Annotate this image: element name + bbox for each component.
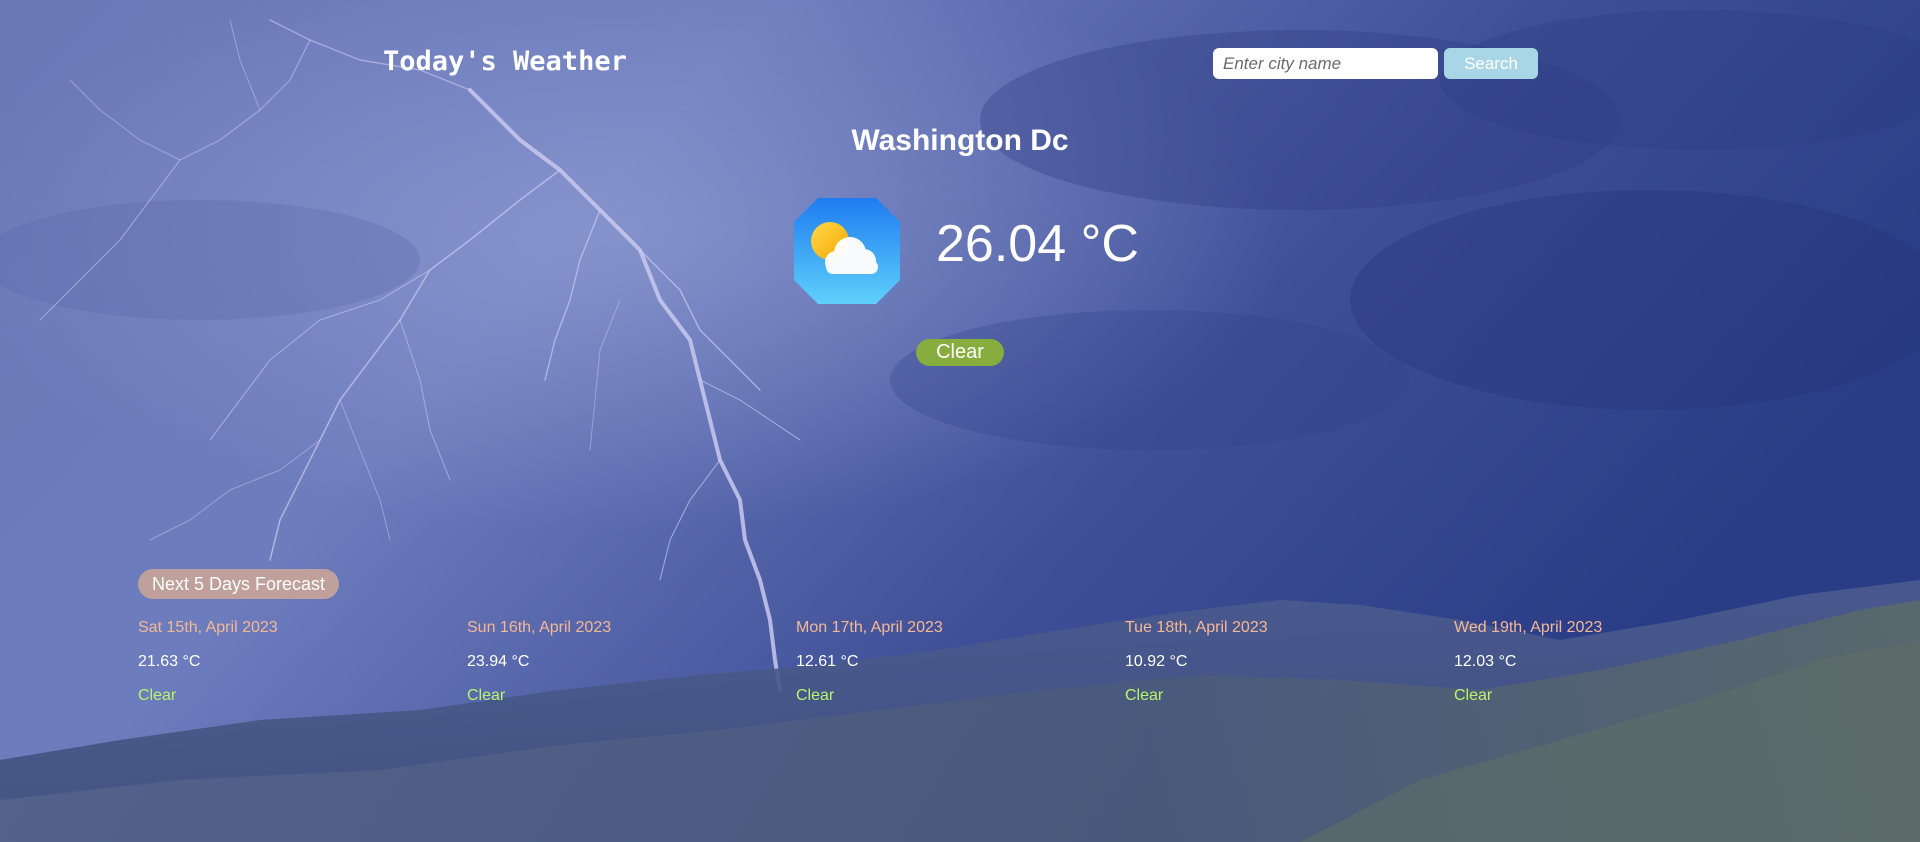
forecast-temperature: 12.61 °C — [796, 653, 859, 670]
forecast-temperature: 23.94 °C — [467, 653, 530, 670]
search-input[interactable] — [1213, 48, 1438, 79]
forecast-condition: Clear — [467, 687, 506, 704]
forecast-date: Wed 19th, April 2023 — [1454, 619, 1603, 636]
forecast-condition: Clear — [1454, 687, 1493, 704]
forecast-day: Mon 17th, April 2023 12.61 °C Clear — [796, 618, 1125, 706]
forecast-date: Mon 17th, April 2023 — [796, 619, 943, 636]
search-bar: Search — [1213, 48, 1538, 79]
forecast-temperature: 10.92 °C — [1125, 653, 1188, 670]
partly-cloudy-icon — [794, 198, 900, 304]
forecast-list: Sat 15th, April 2023 21.63 °C Clear Sun … — [138, 618, 1788, 706]
forecast-date: Sun 16th, April 2023 — [467, 619, 612, 636]
forecast-temperature: 21.63 °C — [138, 653, 201, 670]
search-button[interactable]: Search — [1444, 48, 1538, 79]
forecast-day: Wed 19th, April 2023 12.03 °C Clear — [1454, 618, 1783, 706]
forecast-day: Sat 15th, April 2023 21.63 °C Clear — [138, 618, 467, 706]
forecast-day: Tue 18th, April 2023 10.92 °C Clear — [1125, 618, 1454, 706]
forecast-condition: Clear — [138, 687, 177, 704]
forecast-condition: Clear — [1125, 687, 1164, 704]
forecast-day: Sun 16th, April 2023 23.94 °C Clear — [467, 618, 796, 706]
forecast-temperature: 12.03 °C — [1454, 653, 1517, 670]
app-title: Today's Weather — [383, 46, 627, 77]
forecast-date: Sat 15th, April 2023 — [138, 619, 278, 636]
current-temperature: 26.04 °C — [936, 215, 1139, 273]
forecast-date: Tue 18th, April 2023 — [1125, 619, 1268, 636]
city-name: Washington Dc — [851, 124, 1069, 157]
condition-badge: Clear — [916, 339, 1004, 366]
forecast-condition: Clear — [796, 687, 835, 704]
forecast-heading: Next 5 Days Forecast — [138, 569, 340, 599]
